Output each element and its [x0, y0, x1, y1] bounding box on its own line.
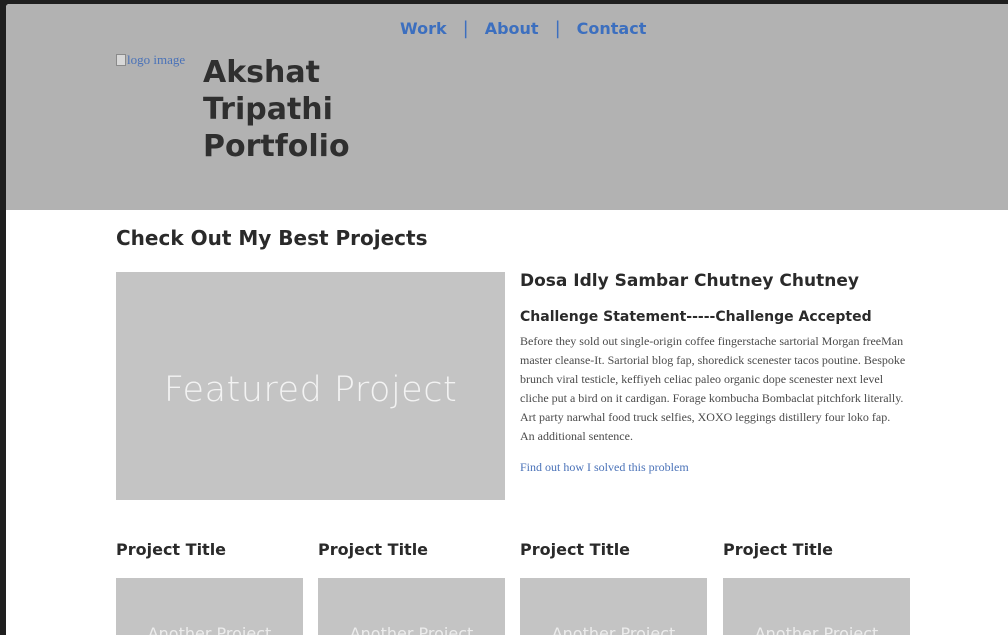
project-title: Project Title [318, 540, 429, 559]
solution-link[interactable]: Find out how I solved this problem [520, 460, 689, 475]
project-image: Another Project [520, 578, 707, 635]
site-header: Work | About | Contact logo image Akshat… [6, 4, 1008, 210]
project-title: Project Title [116, 540, 227, 559]
featured-project-title: Dosa Idly Sambar Chutney Chutney [520, 271, 859, 291]
nav-link-about[interactable]: About [485, 19, 539, 38]
browser-viewport: Work | About | Contact logo image Akshat… [6, 4, 1008, 635]
featured-project-image: Featured Project [116, 272, 505, 500]
top-nav: Work | About | Contact [400, 18, 646, 39]
project-image: Another Project [116, 578, 303, 635]
project-image-label: Another Project [349, 624, 474, 635]
nav-link-work[interactable]: Work [400, 19, 447, 38]
project-card[interactable]: Project Title Another Project [723, 540, 910, 635]
project-card[interactable]: Project Title Another Project [520, 540, 707, 635]
project-image-label: Another Project [754, 624, 879, 635]
nav-separator: | [554, 18, 561, 39]
featured-description: Before they sold out single-origin coffe… [520, 334, 906, 443]
site-title-line: Tripathi [203, 92, 333, 127]
project-image-label: Another Project [147, 624, 272, 635]
challenge-heading: Challenge Statement-----Challenge Accept… [520, 309, 872, 325]
nav-link-contact[interactable]: Contact [577, 19, 647, 38]
logo-alt-text: logo image [127, 52, 186, 67]
site-title-line: Akshat [203, 55, 320, 90]
project-image-label: Another Project [551, 624, 676, 635]
project-title: Project Title [520, 540, 631, 559]
project-card[interactable]: Project Title Another Project [116, 540, 303, 635]
project-card[interactable]: Project Title Another Project [318, 540, 505, 635]
project-image: Another Project [318, 578, 505, 635]
logo-image[interactable]: logo image [116, 52, 185, 68]
project-title: Project Title [723, 540, 834, 559]
site-title: Akshat Tripathi Portfolio [203, 54, 403, 165]
section-title: Check Out My Best Projects [116, 226, 428, 250]
site-title-line: Portfolio [203, 129, 350, 164]
broken-image-icon [116, 54, 126, 66]
nav-separator: | [462, 18, 469, 39]
project-image: Another Project [723, 578, 910, 635]
